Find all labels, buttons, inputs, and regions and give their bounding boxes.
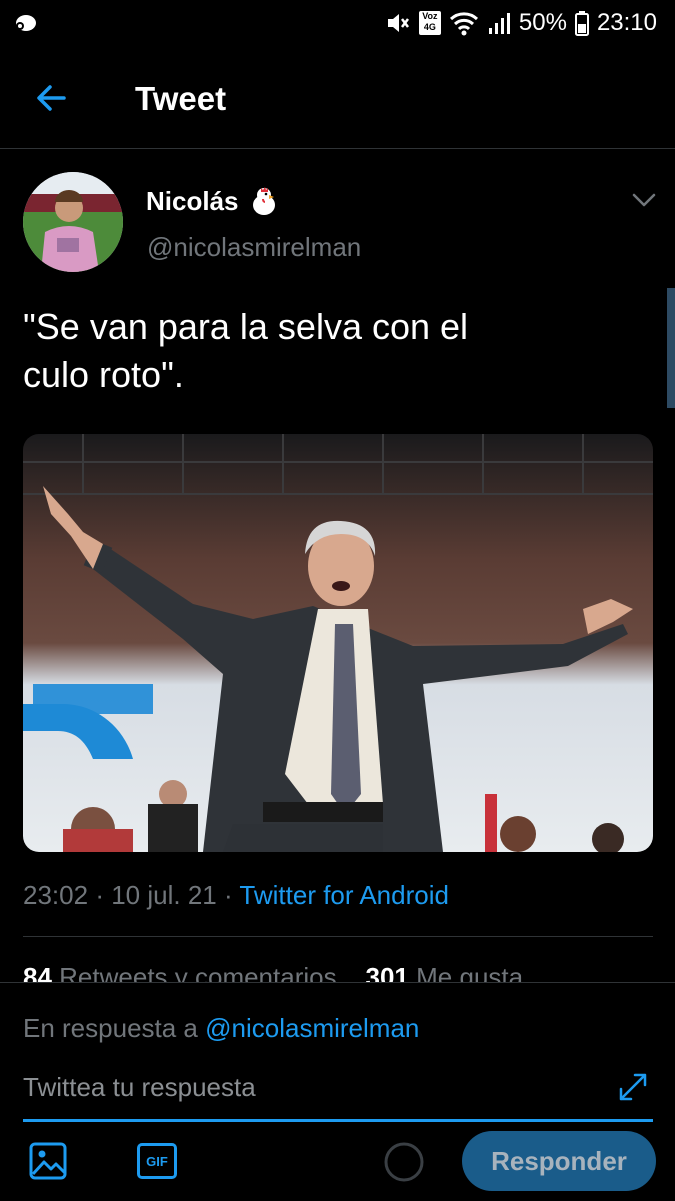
meta-separator: · (223, 880, 233, 910)
author-handle[interactable]: @nicolasmirelman (147, 232, 361, 263)
retweets-count[interactable]: 84 (23, 962, 52, 982)
tweet-photo-image (23, 434, 653, 852)
tweet-meta: 23:02 · 10 jul. 21 · Twitter for Android (23, 880, 449, 911)
avatar[interactable] (23, 172, 123, 272)
scrollbar-thumb[interactable] (667, 288, 675, 408)
battery-percent: 50% (518, 9, 567, 36)
stats-clip: 84 Retweets y comentarios 301 Me gusta (0, 948, 675, 982)
wifi-icon (449, 12, 478, 36)
page-title: Tweet (135, 80, 227, 117)
reply-handle-link[interactable]: @nicolasmirelman (205, 1013, 419, 1043)
retweets-label[interactable]: Retweets y comentarios (59, 962, 336, 982)
likes-label[interactable]: Me gusta (416, 962, 523, 982)
gif-label: GIF (146, 1153, 168, 1169)
gif-icon[interactable]: GIF (137, 1143, 177, 1179)
status-time: 23:10 (596, 9, 657, 36)
tweet-time: 23:02 (23, 880, 89, 910)
chevron-down-icon[interactable] (628, 186, 660, 214)
reply-context: En respuesta a @nicolasmirelman (23, 1013, 419, 1044)
tweet-text-line: "Se van para la selva con el (23, 306, 469, 347)
chicken-icon (253, 187, 275, 215)
avatar-image (23, 172, 123, 272)
network-label: Voz 4G (418, 11, 441, 35)
meta-separator: · (95, 880, 104, 910)
tweet-date: 10 jul. 21 (111, 880, 217, 910)
arrow-left-icon[interactable] (30, 78, 74, 118)
tweet-text: "Se van para la selva con el culo roto". (23, 303, 623, 399)
tweet-source-link[interactable]: Twitter for Android (239, 880, 449, 910)
reply-input[interactable] (23, 1065, 613, 1109)
divider (23, 936, 653, 937)
reply-button[interactable]: Responder (462, 1131, 656, 1191)
reply-prefix: En respuesta a (23, 1013, 198, 1043)
mute-icon (387, 14, 409, 32)
tweet-photo[interactable] (23, 434, 653, 852)
image-icon[interactable] (28, 1141, 68, 1181)
tweet-text-line: culo roto". (23, 354, 184, 395)
battery-icon (574, 11, 589, 36)
likes-count[interactable]: 301 (366, 962, 409, 982)
status-bar: Voz 4G 50% 23:10 (0, 0, 675, 48)
tweet-stats: 84 Retweets y comentarios 301 Me gusta (23, 962, 523, 982)
expand-icon[interactable] (615, 1069, 651, 1105)
gecko-icon (16, 15, 36, 31)
signal-icon (488, 13, 510, 34)
app-header: Tweet (0, 50, 675, 149)
input-underline (23, 1119, 653, 1122)
reply-composer: En respuesta a @nicolasmirelman GIF Resp… (0, 982, 675, 1201)
author-name[interactable]: Nicolás (146, 186, 239, 217)
character-progress-icon (384, 1142, 424, 1182)
